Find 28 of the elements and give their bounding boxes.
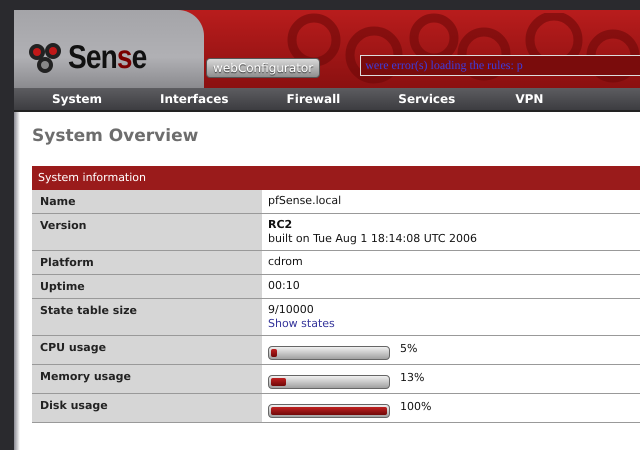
states-link[interactable]: Show states — [268, 317, 335, 331]
nav-item[interactable]: Firewall — [286, 92, 340, 106]
row-label: Version — [32, 214, 262, 250]
row-label: Platform — [32, 250, 262, 274]
row-label: Memory usage — [32, 364, 262, 394]
alert-banner: were error(s) loading the rules: p — [360, 55, 640, 76]
value-text: cdrom — [268, 255, 304, 269]
usage-reading: 5% — [400, 342, 418, 355]
nav-item[interactable]: Services — [398, 92, 456, 106]
row-label: CPU usage — [32, 336, 262, 364]
nav-item[interactable]: Interfaces — [160, 92, 229, 106]
value-text: RC2 — [268, 218, 294, 232]
row-label: Uptime — [32, 274, 262, 298]
value-text: 9/10000 — [268, 303, 315, 317]
nav-item[interactable]: VPN — [515, 92, 544, 106]
usage-reading: 13% — [400, 371, 424, 384]
logo: Sense — [68, 38, 146, 76]
value-text: 00:10 — [268, 279, 301, 293]
row-label: State table size — [32, 298, 262, 336]
value-text: built on Tue Aug 1 18:14:08 UTC 2006 — [268, 232, 478, 246]
page-title: System Overview — [32, 126, 200, 146]
product-badge: webConfigurator — [206, 58, 320, 78]
row-label: Name — [32, 190, 262, 214]
usage-reading: 100% — [400, 400, 432, 413]
value-text: pfSense.local — [268, 194, 342, 208]
nav-item[interactable]: System — [52, 92, 102, 106]
panel-title: System information — [32, 166, 640, 190]
row-label: Disk usage — [32, 394, 262, 422]
